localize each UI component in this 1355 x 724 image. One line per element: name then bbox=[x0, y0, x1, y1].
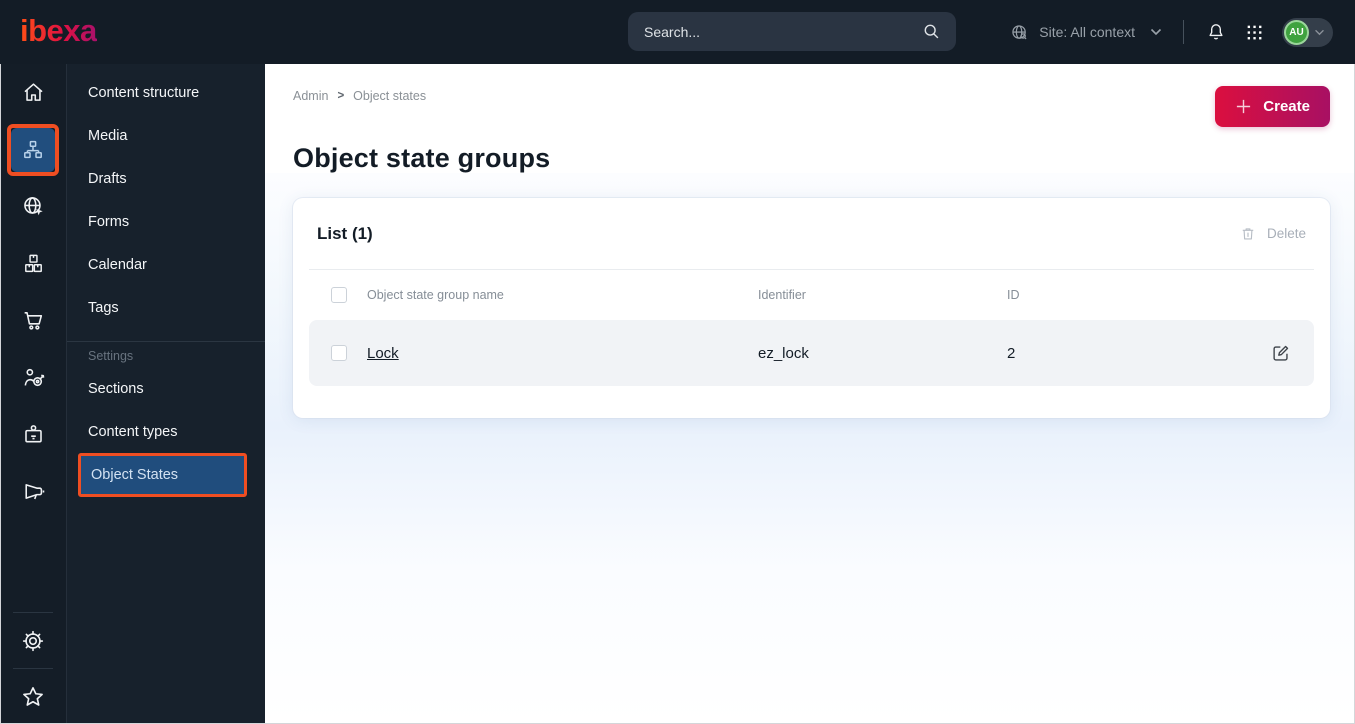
rail-item-dashboard[interactable] bbox=[0, 64, 66, 121]
app-grid-button[interactable] bbox=[1244, 22, 1265, 43]
sidebar-item-label: Sections bbox=[88, 380, 144, 397]
delete-button-label: Delete bbox=[1266, 226, 1306, 241]
create-button-label: Create bbox=[1263, 98, 1310, 115]
rail-item-commerce[interactable] bbox=[0, 292, 66, 349]
notifications-button[interactable] bbox=[1205, 21, 1227, 43]
create-button[interactable]: Create bbox=[1215, 86, 1330, 127]
row-checkbox[interactable] bbox=[331, 345, 347, 361]
site-globe-cursor-icon bbox=[21, 194, 46, 219]
global-search[interactable] bbox=[628, 12, 956, 51]
rail-item-bookmarks[interactable] bbox=[0, 669, 66, 724]
content-surface: List (1) Delete Object state group name … bbox=[265, 173, 1355, 724]
sidebar-item-label: Content types bbox=[88, 423, 178, 440]
sidebar-item-label: Drafts bbox=[88, 170, 127, 187]
globe-icon bbox=[1009, 22, 1030, 43]
sidebar-item-drafts[interactable]: Drafts bbox=[67, 157, 265, 200]
sidebar-section-settings-label: Settings bbox=[88, 348, 134, 363]
main-icon-rail bbox=[0, 64, 67, 724]
rail-item-customers[interactable] bbox=[0, 349, 66, 406]
sidebar-item-forms[interactable]: Forms bbox=[67, 200, 265, 243]
gear-icon bbox=[20, 628, 46, 654]
column-header-name: Object state group name bbox=[367, 288, 504, 302]
breadcrumb-current: Object states bbox=[353, 89, 427, 103]
rail-item-subscriptions[interactable] bbox=[0, 406, 66, 463]
user-menu[interactable]: AU bbox=[1282, 17, 1333, 47]
search-icon[interactable] bbox=[921, 21, 942, 42]
star-icon bbox=[20, 684, 46, 710]
breadcrumb-admin[interactable]: Admin bbox=[293, 89, 328, 103]
site-context-label: Site: All context bbox=[1039, 24, 1135, 40]
sidebar-item-object-states-active[interactable]: Object States bbox=[78, 453, 247, 497]
cart-icon bbox=[21, 308, 46, 333]
sidebar-item-tags[interactable]: Tags bbox=[67, 286, 265, 329]
edit-icon bbox=[1270, 342, 1292, 364]
row-edit-button[interactable] bbox=[1270, 342, 1292, 364]
top-bar: ibexa Site: All context bbox=[0, 0, 1355, 64]
chevron-down-icon bbox=[1314, 29, 1325, 36]
table-row: Lock ez_lock 2 bbox=[309, 320, 1314, 386]
home-icon bbox=[21, 80, 46, 105]
content-structure-icon bbox=[21, 138, 45, 162]
site-context-selector[interactable]: Site: All context bbox=[1009, 22, 1162, 43]
customer-target-icon bbox=[21, 365, 46, 390]
bell-icon bbox=[1205, 21, 1227, 43]
page-title: Object state groups bbox=[293, 143, 551, 173]
grid-menu-icon bbox=[1244, 22, 1265, 43]
row-id: 2 bbox=[1007, 344, 1016, 362]
row-identifier: ez_lock bbox=[758, 344, 809, 362]
products-boxes-icon bbox=[21, 251, 46, 276]
breadcrumb-separator: > bbox=[337, 90, 345, 102]
sidebar-divider bbox=[67, 341, 265, 342]
active-rail-background bbox=[11, 127, 55, 172]
megaphone-icon bbox=[21, 479, 46, 504]
breadcrumb: Admin > Object states bbox=[293, 86, 426, 103]
column-header-id: ID bbox=[1007, 288, 1020, 302]
select-all-checkbox[interactable] bbox=[331, 287, 347, 303]
table-header-row: Object state group name Identifier ID bbox=[309, 270, 1314, 320]
search-input[interactable] bbox=[644, 23, 921, 40]
chevron-down-icon bbox=[1150, 28, 1162, 36]
rail-item-admin-settings[interactable] bbox=[0, 613, 66, 668]
sidebar-item-media[interactable]: Media bbox=[67, 114, 265, 157]
sidebar-item-sections[interactable]: Sections bbox=[67, 367, 265, 410]
rail-spacer bbox=[0, 520, 66, 612]
sidebar-item-label: Media bbox=[88, 127, 128, 144]
rail-item-marketing[interactable] bbox=[0, 463, 66, 520]
page-header: Admin > Object states Create Object stat… bbox=[265, 64, 1355, 173]
sidebar-item-calendar[interactable]: Calendar bbox=[67, 243, 265, 286]
plus-icon bbox=[1235, 98, 1252, 115]
topbar-divider bbox=[1183, 20, 1184, 44]
column-header-identifier: Identifier bbox=[758, 288, 806, 302]
sidebar-item-content-structure[interactable]: Content structure bbox=[67, 71, 265, 114]
secondary-sidebar: Content structure Media Drafts Forms Cal… bbox=[67, 64, 265, 724]
object-state-groups-card: List (1) Delete Object state group name … bbox=[293, 198, 1330, 418]
sidebar-item-content-types[interactable]: Content types bbox=[67, 410, 265, 453]
sidebar-item-label: Content structure bbox=[88, 84, 200, 101]
trash-icon bbox=[1239, 225, 1257, 243]
sidebar-item-label: Calendar bbox=[88, 256, 147, 273]
avatar: AU bbox=[1284, 19, 1309, 45]
sidebar-item-label: Object States bbox=[91, 467, 179, 483]
annotation-highlight-box bbox=[7, 123, 59, 176]
delete-button[interactable]: Delete bbox=[1239, 225, 1306, 243]
main-content: Admin > Object states Create Object stat… bbox=[265, 64, 1355, 724]
ibexa-logo: ibexa bbox=[20, 12, 97, 48]
rail-item-site[interactable] bbox=[0, 178, 66, 235]
list-title: List (1) bbox=[317, 223, 373, 243]
id-badge-icon bbox=[21, 422, 46, 447]
sidebar-item-label: Forms bbox=[88, 213, 130, 230]
object-state-groups-table: Object state group name Identifier ID Lo… bbox=[309, 270, 1314, 386]
sidebar-item-label: Tags bbox=[88, 299, 119, 316]
row-name-link[interactable]: Lock bbox=[367, 345, 399, 362]
rail-item-content-structure-active[interactable] bbox=[0, 121, 66, 178]
rail-item-products[interactable] bbox=[0, 235, 66, 292]
